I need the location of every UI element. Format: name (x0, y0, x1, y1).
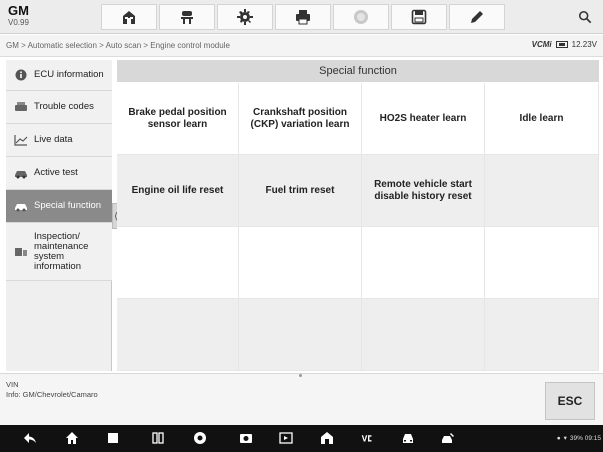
function-remote-start-disable-history-reset[interactable]: Remote vehicle start disable history res… (362, 155, 485, 227)
system-status-text: 39% 09:15 (569, 434, 601, 442)
search-icon (578, 10, 592, 24)
service-icon (442, 433, 454, 443)
screen-record-icon (279, 432, 293, 444)
brand-block: GM V0.99 (8, 4, 29, 28)
help-icon (354, 10, 368, 24)
esc-button[interactable]: ESC (545, 382, 595, 420)
vehicle-lift-button[interactable] (159, 4, 215, 30)
active-test-icon (14, 167, 28, 179)
vehicle-button[interactable] (400, 431, 416, 445)
home-icon (66, 432, 78, 444)
sidebar-item-active-test[interactable]: Active test (6, 157, 112, 190)
settings-gear-icon (237, 9, 253, 25)
empty-cell (362, 299, 485, 371)
sidebar-item-label: Live data (34, 134, 73, 145)
sidebar-item-label: Trouble codes (34, 101, 94, 112)
empty-cell (239, 299, 362, 371)
vin-label: VIN (6, 380, 19, 389)
vcmi-icon (361, 435, 372, 442)
function-fuel-trim-reset[interactable]: Fuel trim reset (239, 155, 362, 227)
multi-window-button[interactable] (150, 431, 166, 445)
sidebar-item-trouble-codes[interactable]: Trouble codes (6, 91, 112, 124)
empty-cell (362, 227, 485, 299)
sidebar-item-label: Active test (34, 167, 78, 178)
back-button[interactable] (22, 431, 38, 445)
trouble-codes-icon (14, 101, 28, 113)
home-nav-button[interactable] (64, 431, 80, 445)
edit-button[interactable] (449, 4, 505, 30)
save-button[interactable] (391, 4, 447, 30)
sidebar-item-live-data[interactable]: Live data (6, 124, 112, 157)
recent-apps-icon (108, 433, 118, 443)
brand-name: GM (8, 3, 29, 18)
sidebar-item-ecu-information[interactable]: ECU information (6, 60, 112, 91)
recent-apps-button[interactable] (105, 431, 121, 445)
browser-button[interactable] (192, 431, 208, 445)
info-icon (14, 69, 28, 81)
save-icon (411, 9, 427, 25)
bluetooth-icon: ● (556, 434, 561, 442)
sidebar-item-label: Inspection/ maintenance system informati… (34, 230, 89, 272)
function-sidebar: ECU information Trouble codes Live data … (6, 60, 112, 371)
vci-voltage: 12.23V (571, 40, 597, 49)
inspection-icon (14, 246, 28, 258)
wifi-icon: ▾ (563, 435, 567, 442)
print-button[interactable] (275, 4, 331, 30)
vehicle-info: VIN Info: GM/Chevrolet/Camaro (6, 380, 98, 400)
function-ckp-variation-learn[interactable]: Crankshaft position (CKP) variation lear… (239, 83, 362, 155)
live-data-chart-icon (14, 134, 28, 146)
edit-pen-icon (471, 11, 483, 23)
function-ho2s-heater-learn[interactable]: HO2S heater learn (362, 83, 485, 155)
special-function-grid: Brake pedal position sensor learn Cranks… (117, 83, 599, 371)
empty-cell (485, 227, 599, 299)
system-navigation-bar: ● ▾ 39% 09:15 (0, 425, 603, 452)
empty-cell (239, 227, 362, 299)
screenshot-button[interactable] (238, 431, 254, 445)
empty-cell (117, 299, 239, 371)
vci-status: VCMi 12.23V (532, 40, 597, 49)
special-function-icon (14, 200, 28, 212)
empty-cell (485, 299, 599, 371)
vehicle-lift-icon (181, 11, 193, 24)
empty-cell (485, 155, 599, 227)
page-indicator-dot (299, 374, 302, 377)
screen-record-button[interactable] (278, 431, 294, 445)
home-button[interactable] (101, 4, 157, 30)
diagnostics-home-icon (321, 432, 333, 444)
panel-title: Special function (117, 60, 599, 82)
print-icon (296, 10, 310, 25)
sidebar-item-label: ECU information (34, 69, 104, 80)
function-idle-learn[interactable]: Idle learn (485, 83, 599, 155)
top-toolbar: GM V0.99 (0, 0, 603, 34)
search-button[interactable] (575, 6, 595, 28)
breadcrumb: GM > Automatic selection > Auto scan > E… (6, 41, 230, 50)
software-version: V0.99 (8, 18, 29, 27)
sidebar-item-special-function[interactable]: Special function (6, 190, 112, 223)
function-brake-pedal-position-sensor-learn[interactable]: Brake pedal position sensor learn (117, 83, 239, 155)
battery-icon (555, 41, 568, 48)
back-arrow-icon (24, 433, 36, 443)
vehicle-info-text: Info: GM/Chevrolet/Camaro (6, 390, 98, 399)
vci-label: VCMi (531, 40, 552, 49)
service-button[interactable] (440, 431, 456, 445)
vehicle-info-footer: VIN Info: GM/Chevrolet/Camaro ESC (0, 373, 603, 425)
browser-icon (194, 432, 206, 444)
empty-cell (117, 227, 239, 299)
system-status: ● ▾ 39% 09:15 (556, 434, 601, 443)
home-icon (123, 11, 135, 24)
settings-button[interactable] (217, 4, 273, 30)
function-engine-oil-life-reset[interactable]: Engine oil life reset (117, 155, 239, 227)
split-window-icon (152, 432, 164, 444)
sidebar-item-label: Special function (34, 200, 102, 211)
diagnostics-home-button[interactable] (319, 431, 335, 445)
camera-icon (240, 434, 252, 443)
help-button[interactable] (333, 4, 389, 30)
vcmi-button[interactable] (358, 431, 378, 445)
breadcrumb-bar: GM > Automatic selection > Auto scan > E… (0, 35, 603, 57)
sidebar-item-inspection-maintenance[interactable]: Inspection/ maintenance system informati… (6, 223, 112, 281)
car-icon (403, 434, 413, 443)
